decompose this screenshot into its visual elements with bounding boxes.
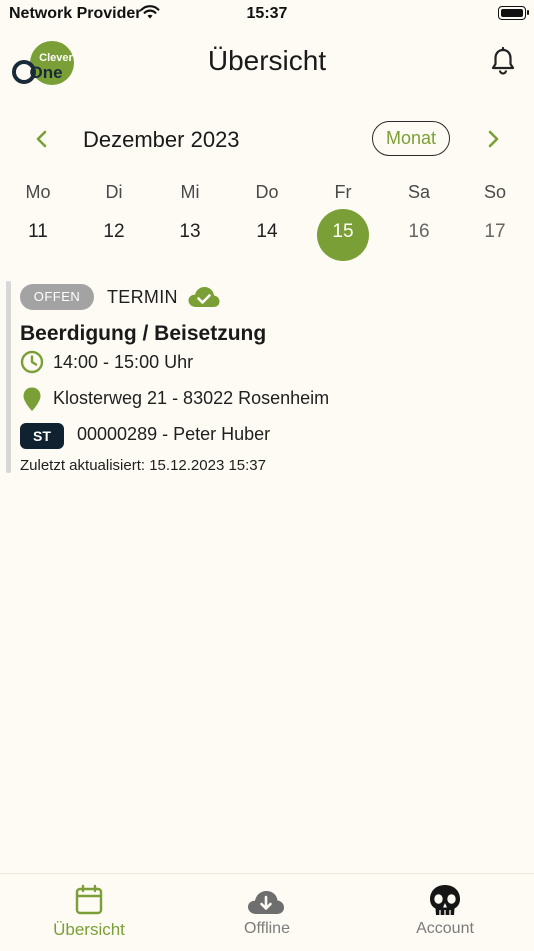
month-label: Dezember 2023 [83,127,240,152]
weekday-label: Fr [334,182,352,202]
day-thursday[interactable]: Do 14 [237,180,297,244]
chevron-right-icon[interactable] [481,127,505,151]
chevron-left-icon[interactable] [30,127,54,151]
weekday-label: Do [255,182,279,202]
tab-overview[interactable]: Übersicht [0,874,178,951]
page-title: Übersicht [207,45,327,76]
day-tuesday[interactable]: Di 12 [84,180,144,244]
day-number: 17 [484,221,506,242]
event-title: Beerdigung / Beisetzung [20,322,267,345]
tab-label: Offline [244,920,290,937]
month-view-button[interactable]: Monat [372,121,450,156]
event-address: Klosterweg 21 - 83022 Rosenheim [53,388,330,408]
tab-account[interactable]: Account [356,874,534,951]
event-reference-row: ST 00000289 - Peter Huber [20,422,420,449]
skull-icon [430,885,460,915]
day-monday[interactable]: Mo 11 [8,180,68,244]
clock: 15:37 [246,5,288,22]
location-pin-icon [23,387,41,411]
day-number: 16 [408,221,430,242]
weekday-label: Sa [407,182,431,202]
cloud-check-icon [188,287,220,307]
weekday-label: Mo [25,182,51,202]
status-bar: Network Provider 15:37 [0,0,534,30]
last-updated-label: Zuletzt aktualisiert: 15.12.2023 15:37 [20,457,266,474]
app-header: Clever One Übersicht [0,36,534,88]
clock-icon [20,350,44,374]
event-status-bar [6,281,11,473]
month-navigation: Dezember 2023 Monat [0,118,534,162]
event-type-label: TERMIN [107,287,178,307]
day-friday-selected[interactable]: Fr 15 [313,180,373,261]
battery-icon [498,6,529,20]
day-number: 12 [103,221,125,242]
day-number: 11 [28,221,48,242]
day-number: 15 [332,221,354,242]
day-wednesday[interactable]: Mi 13 [160,180,220,244]
tab-offline[interactable]: Offline [178,874,356,951]
weekday-label: Mi [180,182,200,202]
day-sunday[interactable]: So 17 [465,180,525,244]
event-time: 14:00 - 15:00 Uhr [53,352,194,372]
type-tag-badge: ST [20,423,64,449]
status-badge: OFFEN [20,284,94,310]
day-saturday[interactable]: Sa 16 [389,180,449,244]
event-reference: 00000289 - Peter Huber [77,424,271,444]
calendar-icon [75,884,103,915]
tab-label: Übersicht [53,920,125,939]
day-number: 14 [256,221,278,242]
cloud-download-icon [248,891,284,914]
tab-label: Account [416,920,474,937]
day-number: 13 [179,221,201,242]
bottom-tab-bar: Übersicht Offline Account [0,873,534,951]
bell-icon[interactable] [490,47,516,75]
event-card[interactable]: OFFEN TERMIN Beerdigung / Beisetzung 14:… [6,281,526,474]
weekday-label: Di [105,182,123,202]
weekday-label: So [483,182,507,202]
